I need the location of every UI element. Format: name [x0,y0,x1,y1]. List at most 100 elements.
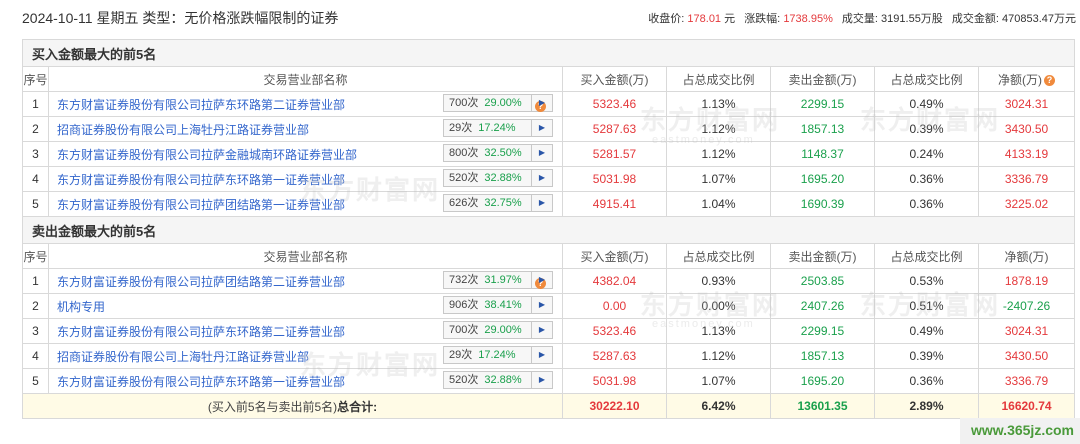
trade-count: 906次 [449,299,479,311]
win-rate: 17.24% [478,122,516,134]
sell-ratio: 0.53% [874,268,979,294]
trade-count-toggle[interactable]: 906次 38.41% ▶ [443,296,553,314]
net-amount: 3225.02 [977,191,1076,217]
department-link[interactable]: 东方财富证券股份有限公司拉萨东环路第二证券营业部 [57,325,345,339]
close-price-label: 收盘价: [648,13,685,25]
play-arrow-icon[interactable]: ▶ [531,95,552,111]
department-link[interactable]: 招商证券股份有限公司上海牡丹江路证券营业部 [57,350,309,364]
buy-amount: 5287.63 [562,116,667,142]
play-arrow-icon[interactable]: ▶ [531,272,552,288]
table-row: 3 东方财富证券股份有限公司拉萨金融城南环路证券营业部 800次 32.50% ▶ 528… [22,141,1076,167]
trade-count: 29次 [449,349,473,361]
row-index: 1 [22,268,49,294]
department-link[interactable]: 东方财富证券股份有限公司拉萨东环路第一证券营业部 [57,173,345,187]
department-cell: 招商证券股份有限公司上海牡丹江路证券营业部 29次 17.24% ▶ [48,116,563,142]
table-header-row: 序号 交易营业部名称 买入金额(万) 占总成交比例 卖出金额(万) 占总成交比例 净额(万)… [22,66,1076,92]
department-cell: 东方财富证券股份有限公司拉萨东环路第一证券营业部 520次 32.88% ▶ [48,368,563,394]
buy-ratio: 1.04% [666,191,771,217]
buy-amount: 5287.63 [562,343,667,369]
column-header-label: 净额(万) [998,72,1043,87]
play-arrow-icon[interactable]: ▶ [531,347,552,363]
column-header: 占总成交比例 [874,66,979,92]
close-price-value: 178.01 [687,13,722,25]
play-arrow-icon[interactable]: ▶ [531,170,552,186]
department-link[interactable]: 东方财富证券股份有限公司拉萨团结路第二证券营业部 [57,275,345,289]
row-index: 1 [22,91,49,117]
trade-count-toggle[interactable]: 626次 32.75% ▶ [443,194,553,212]
row-index: 4 [22,343,49,369]
department-cell: 东方财富证券股份有限公司拉萨东环路第二证券营业部 700次 29.00%? ▶ [48,91,563,117]
column-header: 占总成交比例 [666,243,771,269]
change-pct-label: 涨跌幅: [744,13,781,25]
page-title: 2024-10-11 星期五 类型：无价格涨跌幅限制的证券 [22,10,339,26]
win-rate: 17.24% [478,349,516,361]
table-row: 4 招商证券股份有限公司上海牡丹江路证券营业部 29次 17.24% ▶ 5287.63 1… [22,343,1076,369]
win-rate: 29.00% [484,324,522,336]
sell-ratio: 0.51% [874,293,979,319]
net-amount: 4133.19 [977,141,1076,167]
row-index: 3 [22,141,49,167]
play-arrow-icon[interactable]: ▶ [531,120,552,136]
sell-amount: 1695.20 [770,166,875,192]
sell-ratio: 0.36% [874,166,979,192]
play-arrow-icon[interactable]: ▶ [531,322,552,338]
total-buy: 30222.10 [562,393,667,419]
sell-ratio: 0.39% [874,343,979,369]
sell-amount: 2299.15 [770,318,875,344]
trade-count-toggle[interactable]: 29次 17.24% ▶ [443,346,553,364]
sell-ratio: 0.49% [874,91,979,117]
play-arrow-icon[interactable]: ▶ [531,297,552,313]
sell-amount: 1857.13 [770,343,875,369]
win-rate: 32.50% [484,147,522,159]
buy-amount: 5323.46 [562,91,667,117]
column-header: 卖出金额(万) [770,243,875,269]
buy-ratio: 1.13% [666,318,771,344]
trade-count-toggle[interactable]: 700次 29.00%? ▶ [443,94,553,112]
column-header: 卖出金额(万) [770,66,875,92]
win-rate: 32.75% [484,197,522,209]
net-amount: -2407.26 [977,293,1076,319]
total-net: 16620.74 [977,393,1076,419]
sell-ratio: 0.24% [874,141,979,167]
stock-stats: 收盘价: 178.01 元 涨跌幅: 1738.95% 成交量: 3191.55… [648,10,1076,26]
win-rate: 32.88% [484,374,522,386]
sell-amount: 1695.20 [770,368,875,394]
play-arrow-icon[interactable]: ▶ [531,372,552,388]
trade-count-toggle[interactable]: 700次 29.00% ▶ [443,321,553,339]
department-link[interactable]: 东方财富证券股份有限公司拉萨东环路第一证券营业部 [57,375,345,389]
column-header: 序号 [22,66,49,92]
table-row: 5 东方财富证券股份有限公司拉萨团结路第一证券营业部 626次 32.75% ▶ 4915… [22,191,1076,217]
net-amount: 3430.50 [977,343,1076,369]
play-arrow-icon[interactable]: ▶ [531,195,552,211]
department-link[interactable]: 招商证券股份有限公司上海牡丹江路证券营业部 [57,123,309,137]
sell-ratio: 0.36% [874,191,979,217]
table-row: 1 东方财富证券股份有限公司拉萨团结路第二证券营业部 732次 31.97%? ▶ 438… [22,268,1076,294]
column-header: 交易营业部名称 [48,243,563,269]
sell-amount: 1148.37 [770,141,875,167]
help-icon[interactable]: ? [1044,74,1056,86]
net-amount: 3024.31 [977,318,1076,344]
sell-amount: 2503.85 [770,268,875,294]
row-index: 4 [22,166,49,192]
department-link[interactable]: 东方财富证券股份有限公司拉萨团结路第一证券营业部 [57,198,345,212]
buy-amount: 5031.98 [562,368,667,394]
department-link[interactable]: 东方财富证券股份有限公司拉萨东环路第二证券营业部 [57,98,345,112]
buy-amount: 5323.46 [562,318,667,344]
total-sell: 13601.35 [770,393,875,419]
trade-count-toggle[interactable]: 800次 32.50% ▶ [443,144,553,162]
trade-count: 800次 [449,147,479,159]
section-title: 卖出金额最大的前5名 [21,216,1076,244]
buy-amount: 4382.04 [562,268,667,294]
department-link[interactable]: 东方财富证券股份有限公司拉萨金融城南环路证券营业部 [57,148,357,162]
total-label-prefix: (买入前5名与卖出前5名) [207,399,338,414]
trade-count-toggle[interactable]: 520次 32.88% ▶ [443,169,553,187]
trade-count-toggle[interactable]: 29次 17.24% ▶ [443,119,553,137]
department-link[interactable]: 机构专用 [57,300,105,314]
volume-value: 3191.55万股 [881,13,943,25]
row-index: 5 [22,368,49,394]
trade-count-toggle[interactable]: 732次 31.97%? ▶ [443,271,553,289]
table-row: 1 东方财富证券股份有限公司拉萨东环路第二证券营业部 700次 29.00%? ▶ 532… [22,91,1076,117]
play-arrow-icon[interactable]: ▶ [531,145,552,161]
column-header: 占总成交比例 [874,243,979,269]
trade-count-toggle[interactable]: 520次 32.88% ▶ [443,371,553,389]
